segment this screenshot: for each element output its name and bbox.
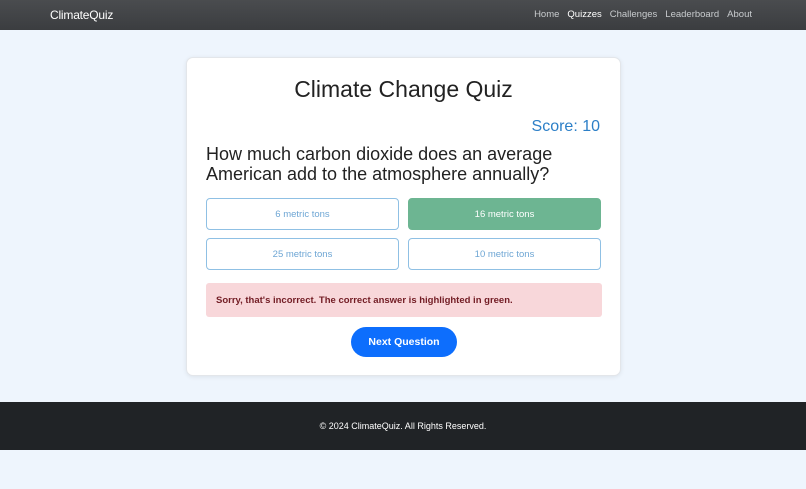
- nav-link-about[interactable]: About: [727, 9, 752, 20]
- answer-option-1[interactable]: 6 metric tons: [206, 198, 399, 230]
- brand-logo[interactable]: ClimateQuiz: [50, 8, 113, 22]
- answer-option-2-correct[interactable]: 16 metric tons: [408, 198, 601, 230]
- quiz-card: Climate Change Quiz Score: 10 How much c…: [186, 57, 621, 376]
- nav-links: Home Quizzes Challenges Leaderboard Abou…: [534, 9, 752, 20]
- score-value: 10: [582, 118, 600, 135]
- top-navbar: ClimateQuiz Home Quizzes Challenges Lead…: [0, 0, 806, 30]
- answer-option-4[interactable]: 10 metric tons: [408, 238, 601, 270]
- question-text: How much carbon dioxide does an average …: [206, 144, 553, 184]
- nav-link-leaderboard[interactable]: Leaderboard: [665, 9, 719, 20]
- page-footer: © 2024 ClimateQuiz. All Rights Reserved.: [0, 402, 806, 450]
- nav-link-quizzes[interactable]: Quizzes: [567, 9, 601, 20]
- score-display: Score: 10: [532, 118, 600, 136]
- score-label: Score:: [531, 118, 583, 135]
- nav-link-home[interactable]: Home: [534, 9, 559, 20]
- answer-option-3[interactable]: 25 metric tons: [206, 238, 399, 270]
- quiz-title: Climate Change Quiz: [294, 76, 513, 102]
- nav-link-challenges[interactable]: Challenges: [610, 9, 658, 20]
- feedback-alert: Sorry, that's incorrect. The correct ans…: [206, 283, 602, 317]
- next-question-button[interactable]: Next Question: [351, 327, 457, 357]
- footer-copyright: © 2024 ClimateQuiz. All Rights Reserved.: [319, 421, 487, 431]
